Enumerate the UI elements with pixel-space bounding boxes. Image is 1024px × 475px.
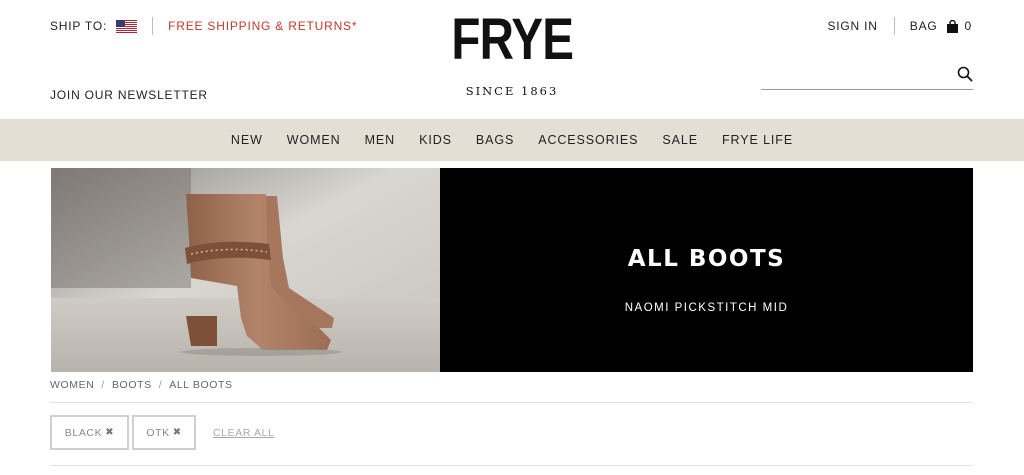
account-links: SIGN IN BAG 0 <box>827 17 972 35</box>
frye-logo[interactable]: FRYE SINCE 1863 <box>432 4 592 98</box>
nav-item-men[interactable]: MEN <box>365 133 395 147</box>
nav-item-women[interactable]: WOMEN <box>287 133 341 147</box>
breadcrumb-item-women[interactable]: WOMEN <box>50 379 94 391</box>
nav-item-accessories[interactable]: ACCESSORIES <box>538 133 638 147</box>
breadcrumb-separator: / <box>158 379 163 391</box>
hero-boot-image <box>51 168 440 372</box>
hero-title: ALL BOOTS <box>627 246 786 272</box>
search-icon[interactable] <box>957 66 973 82</box>
account-divider <box>893 17 895 35</box>
bag-link-label[interactable]: BAG <box>910 19 938 33</box>
hero-subtitle: NAOMI PICKSTITCH MID <box>624 302 789 314</box>
clear-all-filters-link[interactable]: CLEAR ALL <box>213 427 274 439</box>
main-nav: NEW WOMEN MEN KIDS BAGS ACCESSORIES SALE… <box>0 119 1024 161</box>
hero-text-panel[interactable]: ALL BOOTS NAOMI PICKSTITCH MID <box>440 168 973 372</box>
nav-item-bags[interactable]: BAGS <box>476 133 514 147</box>
active-filters: BLACK ✖ OTK ✖ CLEAR ALL <box>50 415 274 450</box>
us-flag-icon[interactable] <box>116 19 138 33</box>
search-input[interactable] <box>761 62 941 88</box>
nav-item-kids[interactable]: KIDS <box>419 133 452 147</box>
breadcrumb-item-all-boots: ALL BOOTS <box>169 379 233 391</box>
logo-tagline: SINCE 1863 <box>465 84 559 98</box>
bag-count: 0 <box>964 19 972 33</box>
newsletter-link[interactable]: JOIN OUR NEWSLETTER <box>50 88 208 102</box>
ship-to-label: SHIP TO: <box>50 19 108 33</box>
filter-chip-otk[interactable]: OTK ✖ <box>132 415 196 450</box>
filter-chip-label: BLACK <box>64 426 103 439</box>
shopping-bag-icon[interactable] <box>946 19 959 33</box>
logo-wordmark: FRYE <box>451 7 574 72</box>
divider-top <box>50 402 973 403</box>
close-icon[interactable]: ✖ <box>173 427 182 438</box>
search-bar <box>761 62 973 90</box>
close-icon[interactable]: ✖ <box>105 427 114 438</box>
site-header: SHIP TO: FREE SHIPPING & RETURNS* JOIN O… <box>0 0 1024 119</box>
sign-in-link[interactable]: SIGN IN <box>827 19 877 33</box>
nav-item-new[interactable]: NEW <box>231 133 263 147</box>
breadcrumb: WOMEN / BOOTS / ALL BOOTS <box>50 379 233 391</box>
ship-to[interactable]: SHIP TO: FREE SHIPPING & RETURNS* <box>50 17 357 35</box>
breadcrumb-item-boots[interactable]: BOOTS <box>112 379 152 391</box>
nav-item-sale[interactable]: SALE <box>662 133 698 147</box>
divider-bottom <box>50 465 973 466</box>
free-shipping-promo-link[interactable]: FREE SHIPPING & RETURNS* <box>168 19 357 33</box>
header-divider <box>152 17 154 35</box>
category-hero-banner: ALL BOOTS NAOMI PICKSTITCH MID <box>51 168 973 372</box>
filter-chip-black[interactable]: BLACK ✖ <box>50 415 129 450</box>
nav-item-frye-life[interactable]: FRYE LIFE <box>722 133 793 147</box>
breadcrumb-separator: / <box>101 379 105 391</box>
filter-chip-label: OTK <box>146 426 170 439</box>
